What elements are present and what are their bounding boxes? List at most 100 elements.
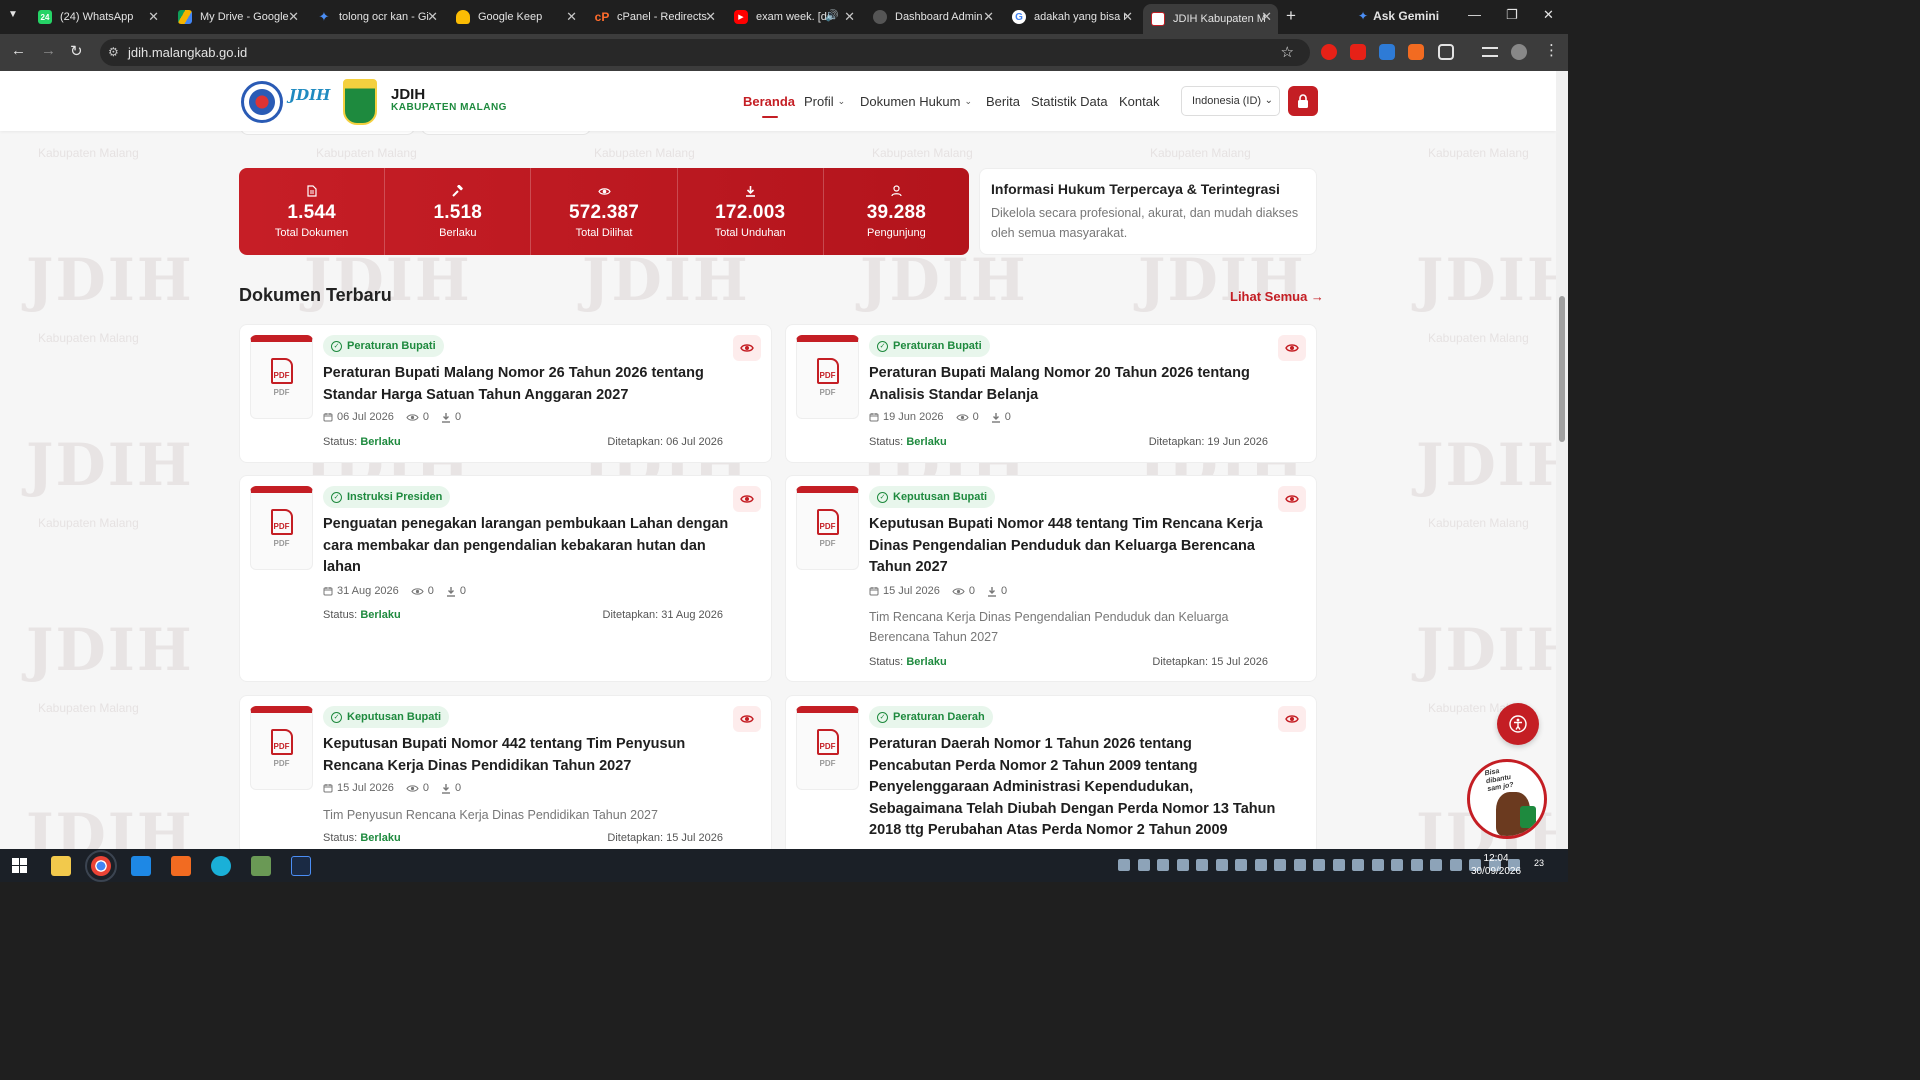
document-title[interactable]: Peraturan Bupati Malang Nomor 20 Tahun 2… xyxy=(869,363,1250,406)
tray-bluetooth-icon[interactable] xyxy=(1352,859,1364,871)
view-document-button[interactable] xyxy=(733,486,761,512)
tab-dashboard-admin[interactable]: Dashboard Admin ✕ xyxy=(865,4,1000,30)
forward-arrow-icon[interactable]: → xyxy=(41,42,56,59)
nav-berita[interactable]: Berita xyxy=(986,94,1020,109)
close-icon[interactable]: ✕ xyxy=(288,9,299,25)
edge-icon[interactable] xyxy=(211,856,231,876)
nav-dokumen-hukum[interactable]: Dokumen Hukum ⌄ xyxy=(860,94,972,109)
browser-menu-icon[interactable]: ⋮ xyxy=(1544,41,1559,59)
close-icon[interactable]: ✕ xyxy=(1261,9,1272,25)
address-bar[interactable]: ⚙ jdih.malangkab.go.id ☆ xyxy=(100,39,1310,66)
document-card[interactable]: PDF PDF ✓ Peraturan Bupati Peraturan Bupati … xyxy=(239,324,772,463)
document-title[interactable]: Keputusan Bupati Nomor 448 tentang Tim R… xyxy=(869,514,1263,579)
extension-s-icon[interactable] xyxy=(1379,44,1395,60)
snipping-tool-icon[interactable] xyxy=(251,856,271,876)
profile-avatar-icon[interactable] xyxy=(1511,44,1527,60)
document-card[interactable]: PDF PDF ✓ Peraturan Bupati Peraturan Bupati … xyxy=(785,324,1317,463)
language-select[interactable]: Indonesia (ID) ⌄ xyxy=(1181,86,1280,116)
tray-cloud-icon[interactable] xyxy=(1157,859,1169,871)
pdf-thumbnail[interactable]: PDF PDF xyxy=(250,335,313,419)
extension-video-icon[interactable] xyxy=(1350,44,1366,60)
notification-count[interactable]: 23 xyxy=(1534,858,1544,868)
tray-widgets-icon[interactable] xyxy=(1118,859,1130,871)
tray-monitor-icon[interactable] xyxy=(1215,859,1228,871)
tray-display-icon[interactable] xyxy=(1430,859,1442,871)
tab-search-chevron-icon[interactable]: ▼ xyxy=(8,9,18,20)
tray-network-icon[interactable] xyxy=(1449,859,1462,871)
reload-icon[interactable]: ↻ xyxy=(70,42,83,60)
view-document-button[interactable] xyxy=(733,335,761,361)
tray-code-icon[interactable] xyxy=(1274,859,1286,871)
tab-google-search[interactable]: G adakah yang bisa r ✕ xyxy=(1004,4,1139,30)
close-window-button[interactable]: ✕ xyxy=(1543,7,1554,23)
vscode-icon[interactable] xyxy=(131,856,151,876)
pdf-thumbnail[interactable]: PDF PDF xyxy=(250,486,313,570)
document-title[interactable]: Peraturan Bupati Malang Nomor 26 Tahun 2… xyxy=(323,363,704,406)
site-info-icon[interactable]: ⚙ xyxy=(108,45,119,59)
view-document-button[interactable] xyxy=(1278,486,1306,512)
bookmark-star-icon[interactable]: ☆ xyxy=(1281,43,1294,61)
chrome-icon[interactable] xyxy=(85,850,117,882)
tray-security-icon[interactable] xyxy=(1235,859,1247,871)
tray-onedrive-icon[interactable] xyxy=(1176,859,1189,871)
extensions-puzzle-icon[interactable] xyxy=(1438,44,1454,60)
nav-profil[interactable]: Profil ⌄ xyxy=(804,94,845,109)
nav-statistik-data[interactable]: Statistik Data xyxy=(1031,94,1108,109)
chat-assistant-mascot[interactable]: Bisa dibantu sam jo? xyxy=(1467,759,1547,839)
minimize-button[interactable]: — xyxy=(1468,7,1481,22)
ask-gemini-button[interactable]: ✦ Ask Gemini xyxy=(1358,9,1439,23)
nav-kontak[interactable]: Kontak xyxy=(1119,94,1159,109)
audio-playing-icon[interactable]: 🔊 xyxy=(825,9,839,22)
nav-beranda[interactable]: Beranda xyxy=(743,94,795,118)
back-arrow-icon[interactable]: ← xyxy=(11,42,26,59)
document-card[interactable]: PDF PDF ✓ Keputusan Bupati Keputusan Bupati … xyxy=(239,695,772,849)
pdf-thumbnail[interactable]: PDF PDF xyxy=(796,335,859,419)
new-tab-button[interactable]: + xyxy=(1286,6,1296,26)
tray-gemini-icon[interactable] xyxy=(1196,859,1208,871)
pdf-thumbnail[interactable]: PDF PDF xyxy=(796,706,859,790)
tab-cpanel[interactable]: cP cPanel - Redirects ✕ xyxy=(587,4,722,30)
tray-meet-icon[interactable] xyxy=(1137,859,1150,871)
jdihn-logo[interactable] xyxy=(241,81,283,123)
jdih-kabupaten-logo[interactable]: JDIH xyxy=(289,86,333,116)
tab-google-drive[interactable]: My Drive - Google ✕ xyxy=(170,4,305,30)
document-title[interactable]: Penguatan penegakan larangan pembukaan L… xyxy=(323,514,728,579)
close-icon[interactable]: ✕ xyxy=(1122,9,1133,25)
document-title[interactable]: Peraturan Daerah Nomor 1 Tahun 2026 tent… xyxy=(869,734,1275,842)
page-scrollbar[interactable] xyxy=(1556,71,1568,849)
extension-postman-icon[interactable] xyxy=(1408,44,1424,60)
windows-start-icon[interactable] xyxy=(12,858,27,873)
kabupaten-malang-crest-logo[interactable] xyxy=(343,79,377,125)
tray-edge-ext-icon[interactable] xyxy=(1313,859,1325,871)
close-icon[interactable]: ✕ xyxy=(566,9,577,25)
view-document-button[interactable] xyxy=(1278,706,1306,732)
tab-google-keep[interactable]: Google Keep ✕ xyxy=(448,4,583,30)
view-document-button[interactable] xyxy=(733,706,761,732)
brand-title[interactable]: JDIH xyxy=(391,86,425,103)
tab-gemini[interactable]: ✦ tolong ocr kan - Gi ✕ xyxy=(309,4,444,30)
tray-battery-43-icon[interactable] xyxy=(1371,859,1384,871)
close-icon[interactable]: ✕ xyxy=(983,9,994,25)
pdf-thumbnail[interactable]: PDF PDF xyxy=(796,486,859,570)
accessibility-button[interactable] xyxy=(1497,703,1539,745)
document-card[interactable]: PDF PDF ✓ Peraturan Daerah Peraturan Daerah … xyxy=(785,695,1317,849)
arduino-icon[interactable] xyxy=(291,856,311,876)
file-explorer-icon[interactable] xyxy=(51,856,71,876)
tray-pen-icon[interactable] xyxy=(1332,859,1345,871)
scrollbar-thumb[interactable] xyxy=(1559,296,1565,442)
document-card[interactable]: PDF PDF ✓ Keputusan Bupati Keputusan Bupati … xyxy=(785,475,1317,682)
reading-list-icon[interactable] xyxy=(1482,47,1498,57)
see-all-link[interactable]: Lihat Semua → xyxy=(1230,289,1324,304)
pdf-thumbnail[interactable]: PDF PDF xyxy=(250,706,313,790)
close-icon[interactable]: ✕ xyxy=(148,9,159,25)
taskbar-clock[interactable]: 12:04 30/09/2026 xyxy=(1471,852,1521,878)
tab-youtube[interactable]: ▶ exam week. [de 🔊 ✕ xyxy=(726,4,861,30)
tray-print-icon[interactable] xyxy=(1293,859,1306,871)
view-document-button[interactable] xyxy=(1278,335,1306,361)
close-icon[interactable]: ✕ xyxy=(427,9,438,25)
sublime-icon[interactable] xyxy=(171,856,191,876)
extension-shield-icon[interactable] xyxy=(1321,44,1337,60)
tab-whatsapp[interactable]: 24 (24) WhatsApp ✕ xyxy=(30,4,165,30)
restore-button[interactable]: ❐ xyxy=(1506,7,1518,23)
tray-headset-icon[interactable] xyxy=(1254,859,1267,871)
